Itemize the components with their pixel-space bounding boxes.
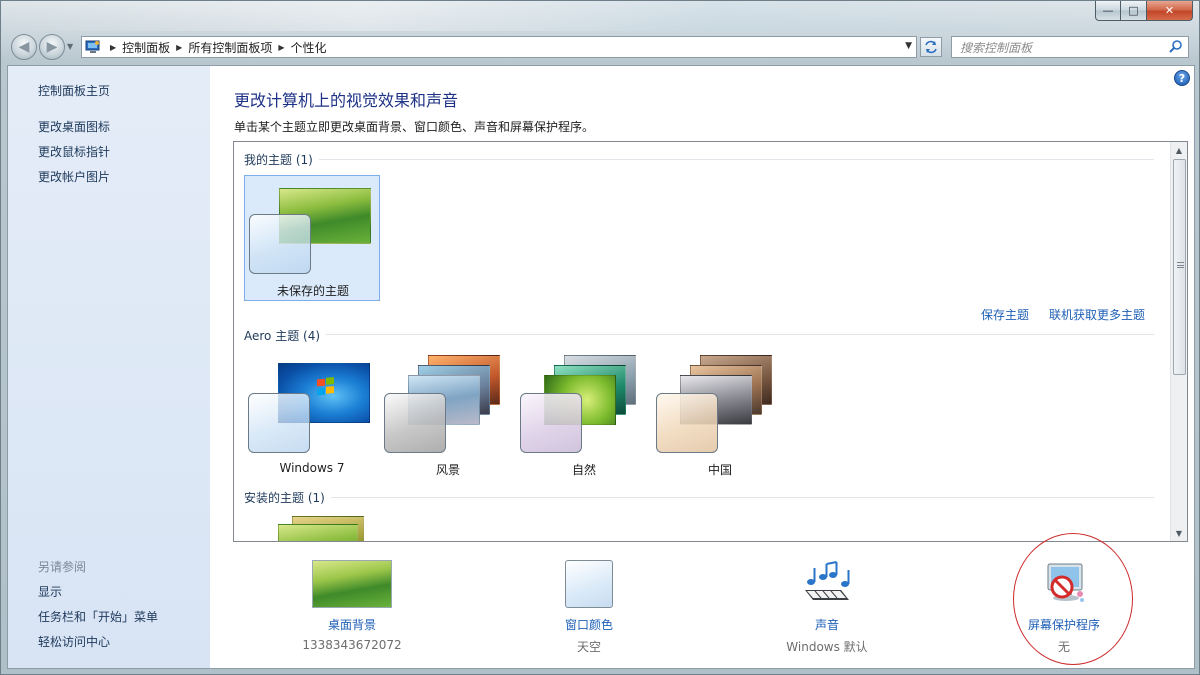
theme-tile-windows7[interactable]: Windows 7: [244, 355, 380, 481]
theme-thumbnail: [278, 524, 358, 541]
theme-name: 自然: [571, 463, 596, 477]
theme-tile-china[interactable]: 中国: [652, 355, 788, 481]
window-color-swatch: [249, 214, 311, 274]
breadcrumb-separator-icon[interactable]: ▶: [104, 43, 122, 52]
scroll-thumb[interactable]: [1173, 159, 1186, 375]
sidebar: 控制面板主页 更改桌面图标 更改鼠标指针 更改帐户图片 另请参阅 显示 任务栏和…: [8, 66, 210, 668]
help-button[interactable]: ?: [1174, 70, 1190, 86]
group-divider: [244, 159, 1154, 160]
theme-tile-installed[interactable]: [244, 516, 380, 541]
setting-label[interactable]: 窗口颜色: [499, 616, 679, 633]
forward-button[interactable]: ▶: [39, 34, 65, 60]
window-color-swatch: [248, 393, 310, 453]
maximize-button[interactable]: □: [1121, 1, 1147, 21]
sidebar-link-control-panel-home[interactable]: 控制面板主页: [38, 82, 110, 99]
window-color-swatch: [656, 393, 718, 453]
close-button[interactable]: ✕: [1147, 1, 1193, 21]
theme-name: 中国: [707, 463, 732, 477]
get-more-themes-online-link[interactable]: 联机获取更多主题: [1049, 306, 1145, 323]
theme-tile-landscapes[interactable]: 风景: [380, 355, 516, 481]
see-also-link-display[interactable]: 显示: [38, 583, 62, 600]
desktop-background-thumbnail: [312, 560, 392, 608]
setting-label[interactable]: 桌面背景: [262, 616, 442, 633]
title-bar[interactable]: [1, 1, 1200, 31]
sidebar-link-account-picture[interactable]: 更改帐户图片: [38, 168, 110, 185]
scroll-down-icon[interactable]: ▼: [1171, 525, 1187, 541]
breadcrumb-control-panel[interactable]: 控制面板: [122, 39, 170, 56]
setting-label[interactable]: 声音: [737, 616, 917, 633]
window-color-swatch: [384, 393, 446, 453]
see-also-header: 另请参阅: [38, 560, 87, 574]
sidebar-link-desktop-icons[interactable]: 更改桌面图标: [38, 118, 110, 135]
breadcrumb-personalization[interactable]: 个性化: [291, 39, 327, 56]
group-label-installed-themes: 安装的主题 (1): [244, 489, 331, 506]
recent-pages-dropdown-icon[interactable]: ▼: [67, 42, 73, 51]
window-controls: — □ ✕: [1095, 1, 1193, 21]
theme-name: 未保存的主题: [276, 284, 349, 298]
sidebar-link-mouse-pointers[interactable]: 更改鼠标指针: [38, 143, 110, 160]
setting-value: 天空: [576, 640, 601, 654]
back-arrow-icon: ◀: [18, 39, 30, 55]
theme-name: Windows 7: [279, 461, 345, 475]
sound-icon: [805, 561, 850, 600]
see-also-link-taskbar[interactable]: 任务栏和「开始」菜单: [38, 608, 158, 625]
minimize-button[interactable]: —: [1095, 1, 1121, 21]
refresh-button[interactable]: [920, 37, 942, 57]
navigation-bar: ◀ ▶ ▼ ▶ 控制面板 ▶ 所有控制面板项 ▶ 个性化 ▼ 搜索控制面板: [1, 29, 1200, 65]
control-panel-icon: [82, 37, 104, 57]
window-color-swatch: [520, 393, 582, 453]
breadcrumb-separator-icon[interactable]: ▶: [170, 43, 188, 52]
save-theme-link[interactable]: 保存主题: [981, 306, 1029, 323]
page-subtitle: 单击某个主题立即更改桌面背景、窗口颜色、声音和屏幕保护程序。: [234, 120, 595, 134]
theme-list: 我的主题 (1) 未保存的主题 保存主题 联机获取更多主题 Aero 主题 (4…: [233, 141, 1188, 542]
address-bar[interactable]: ▶ 控制面板 ▶ 所有控制面板项 ▶ 个性化 ▼: [81, 36, 917, 58]
address-history-dropdown-icon[interactable]: ▼: [905, 41, 912, 51]
group-divider: [244, 334, 1154, 335]
window-color-icon: [565, 560, 613, 608]
setting-value: 1338343672072: [302, 638, 402, 652]
group-divider: [244, 497, 1154, 498]
scroll-up-icon[interactable]: ▲: [1171, 142, 1187, 158]
grip-icon: [1177, 262, 1184, 268]
group-label-my-themes: 我的主题 (1): [244, 151, 319, 168]
setting-value: Windows 默认: [786, 640, 868, 654]
theme-name: 风景: [435, 463, 460, 477]
theme-tile-nature[interactable]: 自然: [516, 355, 652, 481]
breadcrumb-all-items[interactable]: 所有控制面板项: [188, 39, 272, 56]
help-icon: ?: [1178, 71, 1186, 85]
sounds-setting[interactable]: 声音 Windows 默认: [737, 560, 917, 656]
search-input[interactable]: 搜索控制面板: [951, 36, 1189, 58]
breadcrumb-separator-icon[interactable]: ▶: [272, 43, 290, 52]
group-label-aero-themes: Aero 主题 (4): [244, 327, 327, 344]
forward-arrow-icon: ▶: [46, 39, 58, 55]
window-color-setting[interactable]: 窗口颜色 天空: [499, 560, 679, 656]
back-button[interactable]: ◀: [11, 34, 37, 60]
search-placeholder: 搜索控制面板: [960, 40, 1033, 55]
refresh-icon: [925, 40, 937, 54]
window-frame: — □ ✕ ◀ ▶ ▼ ▶ 控制面板 ▶ 所有控制面板项 ▶ 个性化 ▼ 搜索控…: [0, 0, 1200, 675]
search-icon[interactable]: [1168, 39, 1184, 55]
see-also-link-ease-of-access[interactable]: 轻松访问中心: [38, 633, 110, 650]
desktop-background-setting[interactable]: 桌面背景 1338343672072: [262, 560, 442, 656]
page-title: 更改计算机上的视觉效果和声音: [234, 91, 459, 110]
highlight-circle: [1013, 533, 1133, 665]
theme-tile-unsaved[interactable]: 未保存的主题: [244, 175, 380, 301]
theme-list-scrollbar[interactable]: ▲ ▼: [1170, 142, 1187, 541]
